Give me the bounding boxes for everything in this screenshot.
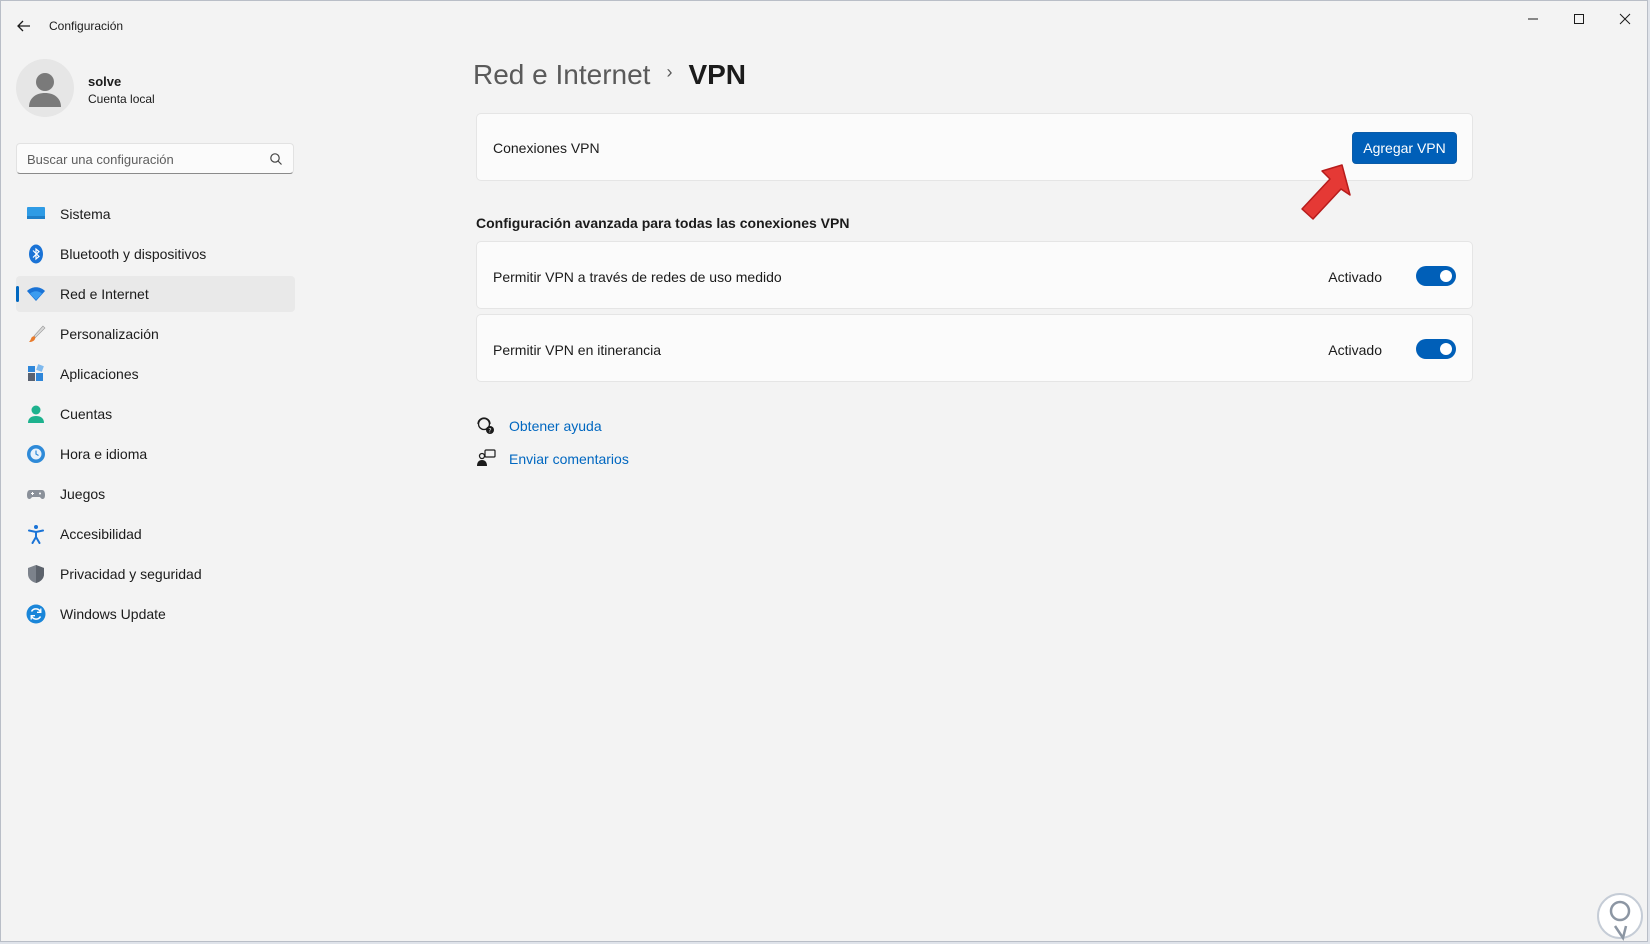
help-icon: ?: [477, 417, 494, 435]
advanced-section-title: Configuración avanzada para todas las co…: [476, 215, 850, 231]
sidebar-item-label: Juegos: [60, 486, 106, 502]
sidebar-item-aplicaciones[interactable]: Aplicaciones: [16, 356, 295, 392]
minimize-button[interactable]: [1510, 7, 1556, 31]
toggle-knob: [1440, 270, 1452, 282]
back-button[interactable]: [13, 15, 35, 37]
sidebar-item-label: Hora e idioma: [60, 446, 148, 462]
sidebar-item-bluetooth[interactable]: Bluetooth y dispositivos: [16, 236, 295, 272]
sidebar-item-cuentas[interactable]: Cuentas: [16, 396, 295, 432]
annotation-arrow-icon: [1301, 164, 1351, 220]
breadcrumb: Red e Internet › VPN: [473, 59, 746, 99]
feedback-icon: [477, 449, 496, 466]
maximize-icon: [1574, 14, 1584, 24]
avatar: [16, 59, 74, 117]
sidebar-item-label: Privacidad y seguridad: [60, 566, 202, 582]
bluetooth-icon: [29, 244, 43, 264]
account-type: Cuenta local: [88, 92, 155, 106]
user-name: solve: [88, 74, 122, 89]
toggle-knob: [1440, 343, 1452, 355]
close-button[interactable]: [1602, 7, 1648, 31]
back-arrow-icon: [17, 20, 30, 32]
apps-icon: [28, 364, 44, 381]
update-icon: [26, 604, 46, 624]
accessibility-icon: [28, 525, 44, 544]
sidebar-item-juegos[interactable]: Juegos: [16, 476, 295, 512]
maximize-button[interactable]: [1556, 7, 1602, 31]
sidebar-item-label: Accesibilidad: [60, 526, 142, 542]
sidebar-item-label: Aplicaciones: [60, 366, 139, 382]
sidebar-item-label: Windows Update: [60, 606, 166, 622]
brush-icon: [29, 325, 46, 342]
settings-window: Configuración solve Cuenta local Sistema: [0, 0, 1648, 942]
svg-text:?: ?: [488, 428, 491, 435]
setting-roaming-state: Activado: [1328, 342, 1382, 358]
search-box: [16, 143, 294, 174]
person-icon: [29, 73, 61, 107]
get-help-link[interactable]: Obtener ayuda: [509, 418, 602, 434]
setting-metered-state: Activado: [1328, 269, 1382, 285]
search-icon[interactable]: [269, 152, 283, 166]
minimize-icon: [1528, 18, 1538, 20]
sidebar-item-red-internet[interactable]: Red e Internet: [16, 276, 295, 312]
sidebar-item-hora-idioma[interactable]: Hora e idioma: [16, 436, 295, 472]
close-icon: [1619, 13, 1631, 25]
sidebar-item-sistema[interactable]: Sistema: [16, 196, 295, 232]
sidebar-item-label: Personalización: [60, 326, 159, 342]
setting-metered-label: Permitir VPN a través de redes de uso me…: [493, 269, 782, 285]
account-icon: [28, 405, 44, 423]
shield-icon: [28, 565, 44, 583]
sidebar-item-windows-update[interactable]: Windows Update: [16, 596, 295, 632]
setting-roaming-label: Permitir VPN en itinerancia: [493, 342, 662, 358]
sidebar-item-label: Sistema: [60, 206, 111, 222]
help-link-row: ? Obtener ayuda: [476, 414, 776, 438]
sidebar-item-personalizacion[interactable]: Personalización: [16, 316, 295, 352]
watermark-logo: [1597, 893, 1643, 942]
vpn-connections-label: Conexiones VPN: [493, 140, 600, 156]
sidebar-item-label: Bluetooth y dispositivos: [60, 246, 207, 262]
title-bar: Configuración: [1, 1, 1647, 51]
clock-globe-icon: [27, 445, 45, 463]
page-title: VPN: [688, 59, 747, 90]
roaming-vpn-toggle[interactable]: [1416, 339, 1456, 359]
setting-metered-card: Permitir VPN a través de redes de uso me…: [476, 241, 1473, 309]
sidebar-item-label: Red e Internet: [60, 286, 149, 302]
search-input[interactable]: [27, 150, 257, 168]
feedback-link-row: Enviar comentarios: [476, 447, 776, 471]
sidebar-item-privacidad[interactable]: Privacidad y seguridad: [16, 556, 295, 592]
gamepad-icon: [27, 490, 45, 499]
app-title: Configuración: [49, 19, 124, 33]
send-feedback-link[interactable]: Enviar comentarios: [509, 451, 629, 467]
breadcrumb-separator: ›: [666, 62, 673, 83]
sidebar-item-accesibilidad[interactable]: Accesibilidad: [16, 516, 295, 552]
user-profile[interactable]: solve Cuenta local: [16, 59, 296, 119]
metered-vpn-toggle[interactable]: [1416, 266, 1456, 286]
sidebar-nav: Sistema Bluetooth y dispositivos Red e I…: [16, 196, 295, 636]
wifi-icon: [27, 287, 45, 301]
breadcrumb-parent[interactable]: Red e Internet: [473, 59, 650, 90]
setting-roaming-card: Permitir VPN en itinerancia Activado: [476, 314, 1473, 382]
sidebar-item-label: Cuentas: [60, 406, 113, 422]
add-vpn-button[interactable]: Agregar VPN: [1352, 132, 1457, 164]
system-icon: [27, 207, 45, 219]
